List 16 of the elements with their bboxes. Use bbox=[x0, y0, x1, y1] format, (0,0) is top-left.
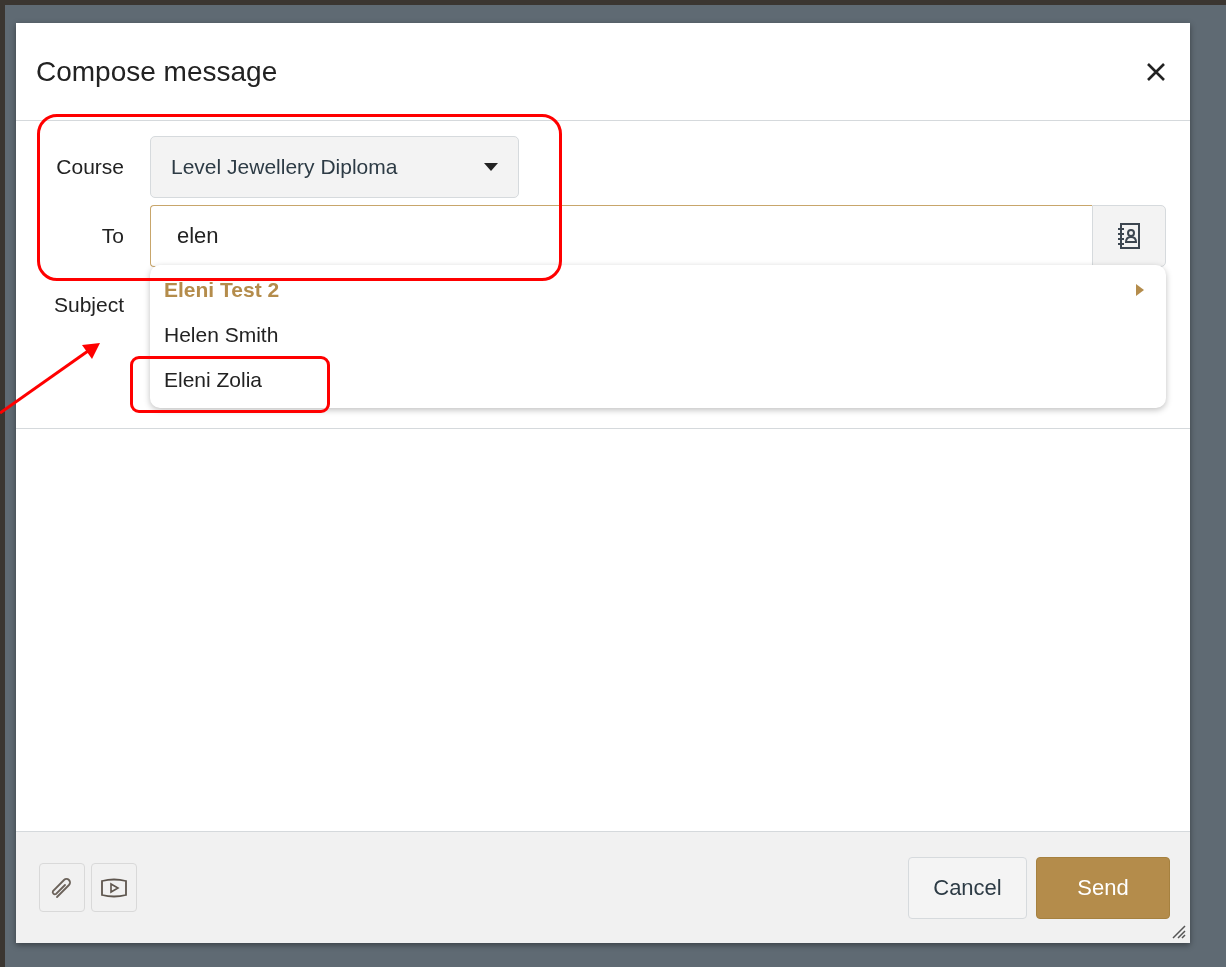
to-label: To bbox=[100, 224, 124, 248]
cancel-button[interactable]: Cancel bbox=[908, 856, 1027, 919]
course-label: Course bbox=[55, 155, 124, 179]
dialog-title: Compose message bbox=[36, 55, 279, 88]
media-button[interactable] bbox=[91, 863, 137, 912]
course-select[interactable]: Level Jewellery Diploma bbox=[150, 136, 519, 198]
subject-label: Subject bbox=[52, 293, 124, 317]
suggestion-item[interactable]: Eleni Zolia bbox=[150, 357, 1166, 402]
attach-button[interactable] bbox=[39, 863, 85, 912]
resize-grip-icon bbox=[1170, 923, 1186, 939]
address-book-button[interactable] bbox=[1092, 205, 1166, 267]
caret-icon bbox=[484, 163, 498, 171]
address-book-icon bbox=[1117, 222, 1141, 250]
video-icon bbox=[100, 876, 128, 899]
recipient-field[interactable]: elen bbox=[150, 205, 1092, 267]
suggestion-item[interactable]: Helen Smith bbox=[150, 312, 1166, 357]
